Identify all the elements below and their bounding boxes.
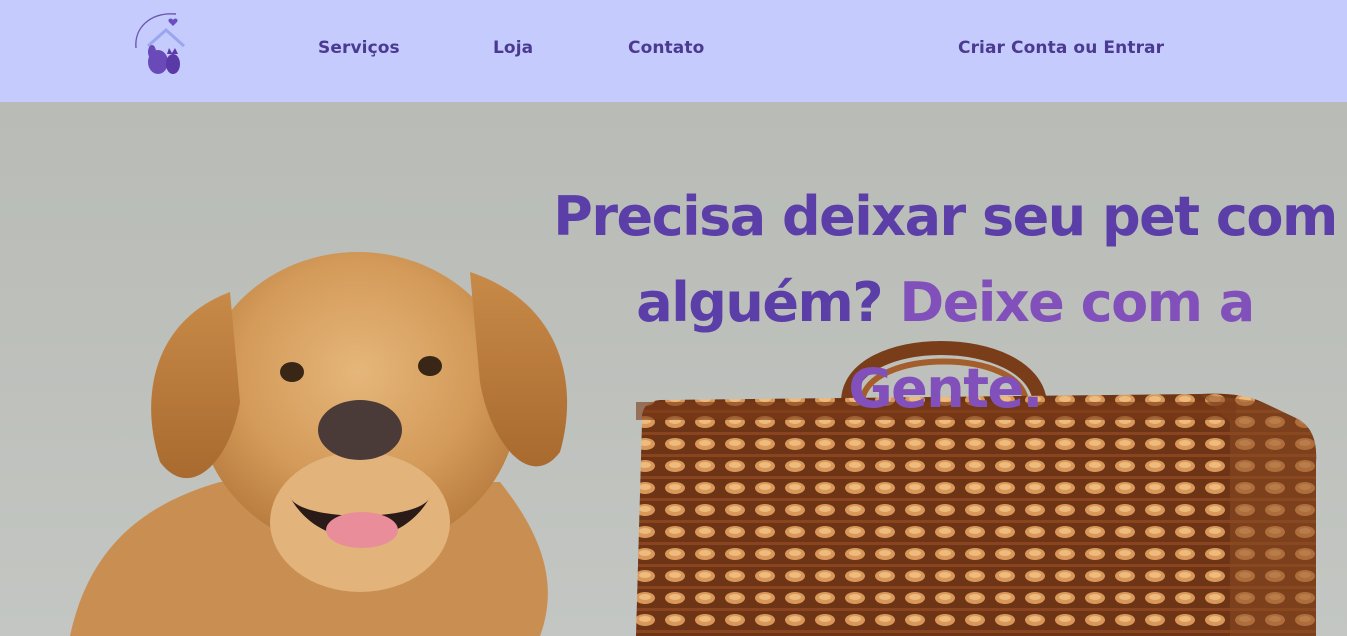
hero-section: Precisa deixar seu pet com alguém? Deixe… [0, 102, 1347, 636]
nav-link-store[interactable]: Loja [493, 38, 533, 58]
hero-headline: Precisa deixar seu pet com alguém? Deixe… [540, 174, 1347, 432]
pet-house-logo-icon[interactable] [130, 10, 190, 76]
nav-link-contact[interactable]: Contato [628, 38, 704, 58]
nav-link-services[interactable]: Serviços [318, 38, 400, 58]
hero-headline-accent: Deixe com a Gente. [848, 271, 1255, 420]
nav-link-login-signup[interactable]: Criar Conta ou Entrar [958, 38, 1164, 58]
site-header: Serviços Loja Contato Criar Conta ou Ent… [0, 0, 1347, 102]
